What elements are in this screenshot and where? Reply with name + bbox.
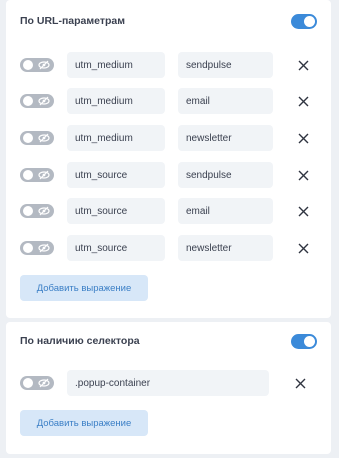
param-value-input[interactable]: email bbox=[178, 198, 273, 224]
rule-toggle[interactable] bbox=[20, 241, 54, 255]
selector-card: По наличию селектора .popup-container До… bbox=[6, 322, 331, 454]
remove-rule-button[interactable] bbox=[293, 376, 307, 390]
add-url-expression-button[interactable]: Добавить выражение bbox=[20, 275, 148, 301]
eye-off-icon bbox=[38, 206, 50, 216]
rule-toggle[interactable] bbox=[20, 58, 54, 72]
close-icon bbox=[298, 96, 308, 106]
eye-off-icon bbox=[38, 60, 50, 70]
rule-toggle[interactable] bbox=[20, 204, 54, 218]
url-rule-row: utm_medium email bbox=[20, 88, 310, 114]
rule-toggle[interactable] bbox=[20, 131, 54, 145]
url-rule-row: utm_source email bbox=[20, 198, 310, 224]
toggle-knob bbox=[23, 243, 33, 253]
close-icon bbox=[298, 170, 308, 180]
remove-rule-button[interactable] bbox=[296, 168, 310, 182]
rule-toggle[interactable] bbox=[20, 94, 54, 108]
close-icon bbox=[298, 133, 308, 143]
url-params-title: По URL-параметрам bbox=[20, 15, 126, 27]
url-rule-row: utm_medium newsletter bbox=[20, 125, 310, 151]
toggle-knob bbox=[23, 60, 33, 70]
toggle-knob bbox=[23, 96, 33, 106]
selector-header: По наличию селектора bbox=[20, 331, 317, 351]
eye-off-icon bbox=[38, 378, 50, 388]
toggle-knob bbox=[23, 133, 33, 143]
url-params-header: По URL-параметрам bbox=[20, 11, 317, 31]
param-name-input[interactable]: utm_medium bbox=[67, 125, 165, 151]
url-params-toggle[interactable] bbox=[291, 13, 317, 29]
url-params-card: По URL-параметрам utm_medium sendpulse u… bbox=[6, 0, 331, 318]
remove-rule-button[interactable] bbox=[296, 241, 310, 255]
toggle-knob bbox=[304, 15, 315, 27]
url-rule-row: utm_source sendpulse bbox=[20, 162, 310, 188]
selector-title: По наличию селектора bbox=[20, 335, 140, 347]
selector-input[interactable]: .popup-container bbox=[67, 370, 269, 396]
param-value-input[interactable]: newsletter bbox=[178, 235, 273, 261]
param-name-input[interactable]: utm_source bbox=[67, 162, 165, 188]
close-icon bbox=[298, 60, 308, 70]
toggle-knob bbox=[23, 170, 33, 180]
url-rule-row: utm_medium sendpulse bbox=[20, 52, 310, 78]
toggle-knob bbox=[304, 335, 315, 347]
close-icon bbox=[298, 243, 308, 253]
selector-toggle[interactable] bbox=[291, 333, 317, 349]
eye-off-icon bbox=[38, 170, 50, 180]
close-icon bbox=[298, 206, 308, 216]
remove-rule-button[interactable] bbox=[296, 94, 310, 108]
eye-off-icon bbox=[38, 96, 50, 106]
rule-toggle[interactable] bbox=[20, 168, 54, 182]
eye-off-icon bbox=[38, 133, 50, 143]
param-value-input[interactable]: email bbox=[178, 88, 273, 114]
remove-rule-button[interactable] bbox=[296, 58, 310, 72]
param-name-input[interactable]: utm_medium bbox=[67, 88, 165, 114]
param-name-input[interactable]: utm_source bbox=[67, 235, 165, 261]
toggle-knob bbox=[23, 378, 33, 388]
param-name-input[interactable]: utm_medium bbox=[67, 52, 165, 78]
close-icon bbox=[295, 378, 305, 388]
selector-rule-row: .popup-container bbox=[20, 370, 307, 396]
url-rule-row: utm_source newsletter bbox=[20, 235, 310, 261]
param-name-input[interactable]: utm_source bbox=[67, 198, 165, 224]
remove-rule-button[interactable] bbox=[296, 204, 310, 218]
remove-rule-button[interactable] bbox=[296, 131, 310, 145]
param-value-input[interactable]: sendpulse bbox=[178, 52, 273, 78]
add-selector-expression-button[interactable]: Добавить выражение bbox=[20, 410, 148, 436]
rule-toggle[interactable] bbox=[20, 376, 54, 390]
eye-off-icon bbox=[38, 243, 50, 253]
param-value-input[interactable]: newsletter bbox=[178, 125, 273, 151]
param-value-input[interactable]: sendpulse bbox=[178, 162, 273, 188]
toggle-knob bbox=[23, 206, 33, 216]
